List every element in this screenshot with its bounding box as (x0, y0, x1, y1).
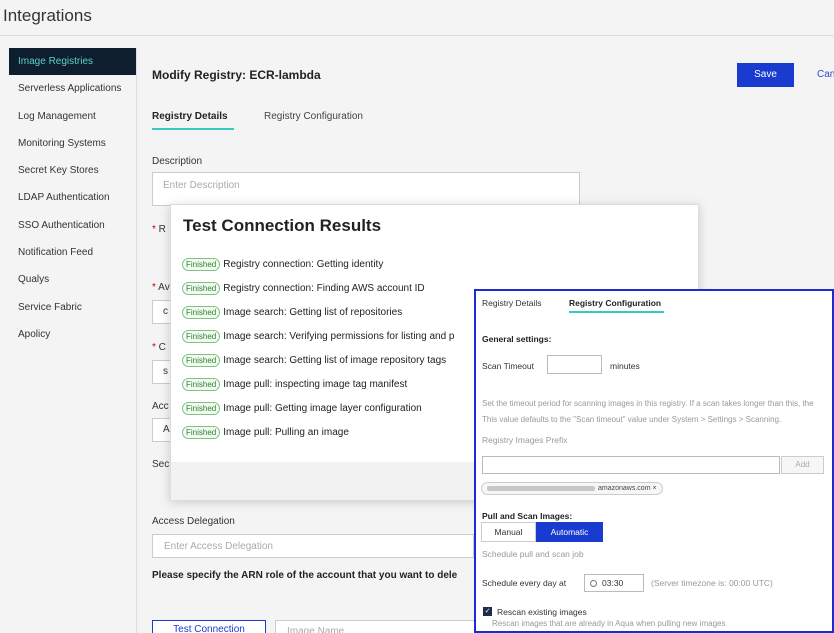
sidebar-item-service-fabric[interactable]: Service Fabric (9, 294, 137, 321)
config-tab-registry-details[interactable]: Registry Details (482, 298, 542, 308)
app-header: Integrations (0, 0, 834, 36)
status-badge: Finished (182, 306, 221, 319)
list-item: Finished Image search: Verifying permissi… (182, 329, 454, 344)
schedule-time-input[interactable]: 03:30 (584, 574, 644, 592)
rescan-checkbox[interactable]: ✓ (483, 607, 492, 616)
arn-note: Please specify the ARN role of the accou… (152, 570, 458, 581)
server-timezone-note: (Server timezone is: 00:00 UTC) (651, 578, 773, 588)
description-label: Description (152, 156, 203, 167)
sidebar-item-serverless-applications[interactable]: Serverless Applications (9, 75, 137, 102)
app-title: Integrations (3, 6, 92, 25)
status-badge: Finished (182, 426, 221, 439)
rescan-label: Rescan existing images (497, 607, 587, 617)
sidebar-item-qualys[interactable]: Qualys (9, 266, 137, 293)
list-item: Finished Image pull: Pulling an image (182, 425, 349, 440)
sidebar-item-secret-key-stores[interactable]: Secret Key Stores (9, 157, 137, 184)
sec-label: Sec (152, 459, 170, 470)
list-item: Finished Registry connection: Getting ide… (182, 257, 383, 272)
schedule-label: Schedule every day at (482, 578, 567, 588)
config-tab-registry-configuration[interactable]: Registry Configuration (569, 298, 661, 308)
config-active-tab-underline (569, 311, 664, 313)
acc-label: Acc (152, 401, 169, 412)
chip-remove-icon[interactable]: × (652, 485, 656, 492)
scan-timeout-label: Scan Timeout (482, 361, 534, 371)
sidebar-item-sso-authentication[interactable]: SSO Authentication (9, 212, 137, 239)
schedule-help: Schedule pull and scan job (482, 549, 584, 559)
status-badge: Finished (182, 378, 221, 391)
clock-icon (590, 580, 597, 588)
access-delegation-label: Access Delegation (152, 516, 235, 527)
general-settings-heading: General settings: (482, 334, 552, 344)
rescan-help: Rescan images that are already in Aqua w… (492, 619, 726, 628)
dialog-title: Test Connection Results (183, 216, 382, 235)
test-connection-button[interactable]: Test Connection (152, 620, 266, 633)
description-input[interactable]: Enter Description (152, 172, 580, 206)
status-badge: Finished (182, 354, 221, 367)
active-tab-underline (152, 128, 234, 130)
sidebar-item-monitoring-systems[interactable]: Monitoring Systems (9, 130, 137, 157)
prefix-input[interactable] (482, 456, 780, 474)
scan-timeout-unit: minutes (610, 361, 640, 371)
tab-registry-configuration[interactable]: Registry Configuration (264, 111, 363, 122)
list-item: Finished Image search: Getting list of re… (182, 305, 402, 320)
prefix-label: Registry Images Prefix (482, 435, 568, 445)
pull-scan-heading: Pull and Scan Images: (482, 511, 573, 521)
cancel-button[interactable]: Can (817, 69, 834, 80)
registry-field-label-r: * R (152, 224, 166, 235)
image-name-input[interactable]: Image Name (275, 620, 475, 633)
sidebar-item-ldap-authentication[interactable]: LDAP Authentication (9, 184, 137, 211)
access-delegation-input[interactable]: Enter Access Delegation (152, 534, 474, 558)
mode-automatic-button[interactable]: Automatic (536, 522, 603, 542)
prefix-chip: amazonaws.com × (481, 482, 663, 495)
tab-registry-details[interactable]: Registry Details (152, 111, 228, 122)
registry-configuration-panel: Registry Details Registry Configuration … (474, 289, 834, 633)
scan-timeout-help: Set the timeout period for scanning imag… (482, 399, 814, 408)
list-item: Finished Image pull: inspecting image tag… (182, 377, 407, 392)
sidebar: Image Registries Serverless Applications… (9, 48, 137, 348)
sidebar-item-image-registries[interactable]: Image Registries (9, 48, 137, 76)
registry-field-label-a: * Aᴠ (152, 282, 170, 293)
add-prefix-button[interactable]: Add (781, 456, 824, 474)
sidebar-item-log-management[interactable]: Log Management (9, 103, 137, 130)
mode-manual-button[interactable]: Manual (481, 522, 536, 542)
scan-timeout-input[interactable] (547, 355, 602, 374)
save-button[interactable]: Save (737, 63, 794, 87)
list-item: Finished Image pull: Getting image layer … (182, 401, 422, 416)
status-badge: Finished (182, 258, 221, 271)
status-badge: Finished (182, 282, 221, 295)
sidebar-item-apolicy[interactable]: Apolicy (9, 321, 137, 348)
list-item: Finished Registry connection: Finding AWS… (182, 281, 425, 296)
sidebar-item-notification-feed[interactable]: Notification Feed (9, 239, 137, 266)
page-title: Modify Registry: ECR-lambda (152, 68, 321, 82)
registry-field-label-c: * C (152, 342, 166, 353)
status-badge: Finished (182, 330, 221, 343)
status-badge: Finished (182, 402, 221, 415)
list-item: Finished Image search: Getting list of im… (182, 353, 446, 368)
redacted-text (487, 485, 595, 491)
scan-timeout-default-help: This value defaults to the "Scan timeout… (482, 415, 782, 424)
